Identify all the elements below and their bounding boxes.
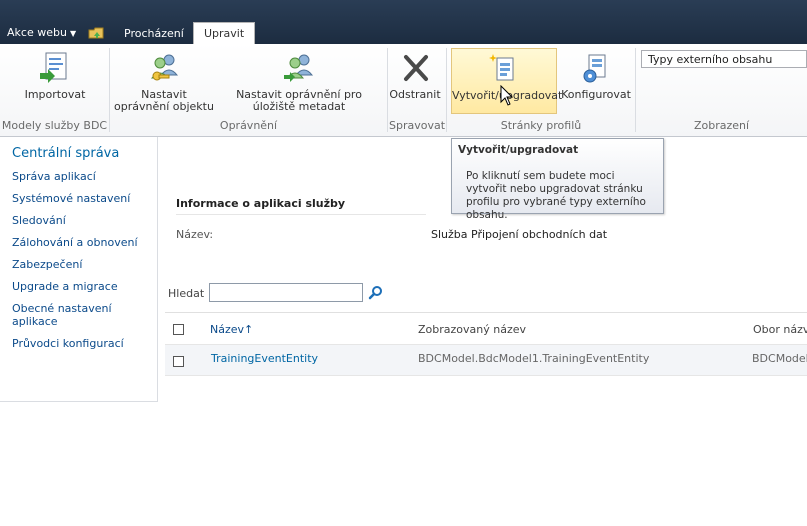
search-input[interactable] xyxy=(209,283,363,302)
select-all-checkbox[interactable] xyxy=(173,324,184,335)
ribbon: Importovat Nastavit oprávnění objektu Na… xyxy=(0,44,807,137)
ribbon-tooltip: Vytvořit/upgradovat Po kliknutí sem bude… xyxy=(451,138,664,221)
row-display-name: BDCModel.BdcModel1.TrainingEventEntity xyxy=(418,352,650,365)
column-header-name-label: Název xyxy=(210,323,245,336)
profile-page-new-icon xyxy=(489,54,514,81)
column-header-namespace[interactable]: Obor názvů xyxy=(753,323,807,336)
view-select[interactable]: Typy externího obsahu xyxy=(641,50,807,68)
users-arrow-icon xyxy=(284,54,314,82)
leftnav-item-upgrade-migration[interactable]: Upgrade a migrace xyxy=(12,280,152,293)
column-header-name[interactable]: Název↑ xyxy=(210,323,253,336)
site-actions-menu[interactable]: Akce webu ▼ xyxy=(7,26,76,39)
top-bar: Akce webu ▼ Procházení Upravit xyxy=(0,0,807,44)
mouse-cursor-icon xyxy=(500,85,514,106)
remove-label: Odstranit xyxy=(389,88,441,101)
leftnav-item-monitoring[interactable]: Sledování xyxy=(12,214,152,227)
group-label-permissions: Oprávnění xyxy=(219,119,278,132)
group-label-bdc-models: Modely služby BDC xyxy=(1,119,108,132)
users-key-icon xyxy=(150,54,179,81)
configure-button[interactable]: Konfigurovat xyxy=(561,48,631,114)
configure-label: Konfigurovat xyxy=(561,88,631,101)
group-label-view: Zobrazení xyxy=(693,119,750,132)
chevron-down-icon: ▼ xyxy=(69,29,77,38)
table-top-border xyxy=(165,312,807,313)
delete-x-icon xyxy=(404,55,428,81)
tab-browse[interactable]: Procházení xyxy=(114,23,194,44)
name-field-value: Služba Připojení obchodních dat xyxy=(431,228,608,241)
column-header-display-name[interactable]: Zobrazovaný název xyxy=(418,323,526,336)
tooltip-body: Po kliknutí sem budete moci vytvořit neb… xyxy=(466,170,646,221)
row-checkbox[interactable] xyxy=(173,356,184,367)
section-divider xyxy=(176,214,426,215)
object-permissions-label: Nastavit oprávnění objektu xyxy=(114,88,214,113)
section-title: Informace o aplikaci služby xyxy=(176,197,346,210)
import-label: Importovat xyxy=(24,88,86,101)
search-icon[interactable] xyxy=(368,285,384,301)
navigate-up-icon[interactable] xyxy=(88,26,104,39)
site-actions-label: Akce webu xyxy=(7,26,67,39)
group-label-manage: Spravovat xyxy=(388,119,446,132)
left-navigation: Centrální správa Správa aplikací Systémo… xyxy=(0,137,158,402)
row-namespace: BDCModel xyxy=(752,352,807,365)
import-icon xyxy=(40,52,67,83)
import-button[interactable]: Importovat xyxy=(22,48,88,114)
leftnav-heading[interactable]: Centrální správa xyxy=(12,146,119,161)
tab-edit[interactable]: Upravit xyxy=(193,22,256,44)
name-field-label: Název: xyxy=(176,228,214,241)
sort-ascending-icon: ↑ xyxy=(244,323,254,336)
configure-icon xyxy=(583,54,606,83)
tooltip-title: Vytvořit/upgradovat xyxy=(458,144,579,156)
row-name-link[interactable]: TrainingEventEntity xyxy=(211,352,318,365)
leftnav-item-system-settings[interactable]: Systémové nastavení xyxy=(12,192,152,205)
leftnav-item-security[interactable]: Zabezpečení xyxy=(12,258,152,271)
remove-button[interactable]: Odstranit xyxy=(389,48,441,114)
leftnav-item-general-settings[interactable]: Obecné nastavení aplikace xyxy=(12,302,122,328)
leftnav-item-backup-restore[interactable]: Zálohování a obnovení xyxy=(12,236,152,249)
metadata-store-permissions-label: Nastavit oprávnění pro úložiště metadat xyxy=(236,88,362,113)
group-label-profile-pages: Stránky profilů xyxy=(500,119,582,132)
leftnav-item-configuration-wizards[interactable]: Průvodci konfigurací xyxy=(12,337,152,350)
search-label: Hledat xyxy=(168,287,205,300)
object-permissions-button[interactable]: Nastavit oprávnění objektu xyxy=(113,48,215,114)
leftnav-item-application-management[interactable]: Správa aplikací xyxy=(12,170,152,183)
metadata-store-permissions-button[interactable]: Nastavit oprávnění pro úložiště metadat xyxy=(217,48,381,114)
